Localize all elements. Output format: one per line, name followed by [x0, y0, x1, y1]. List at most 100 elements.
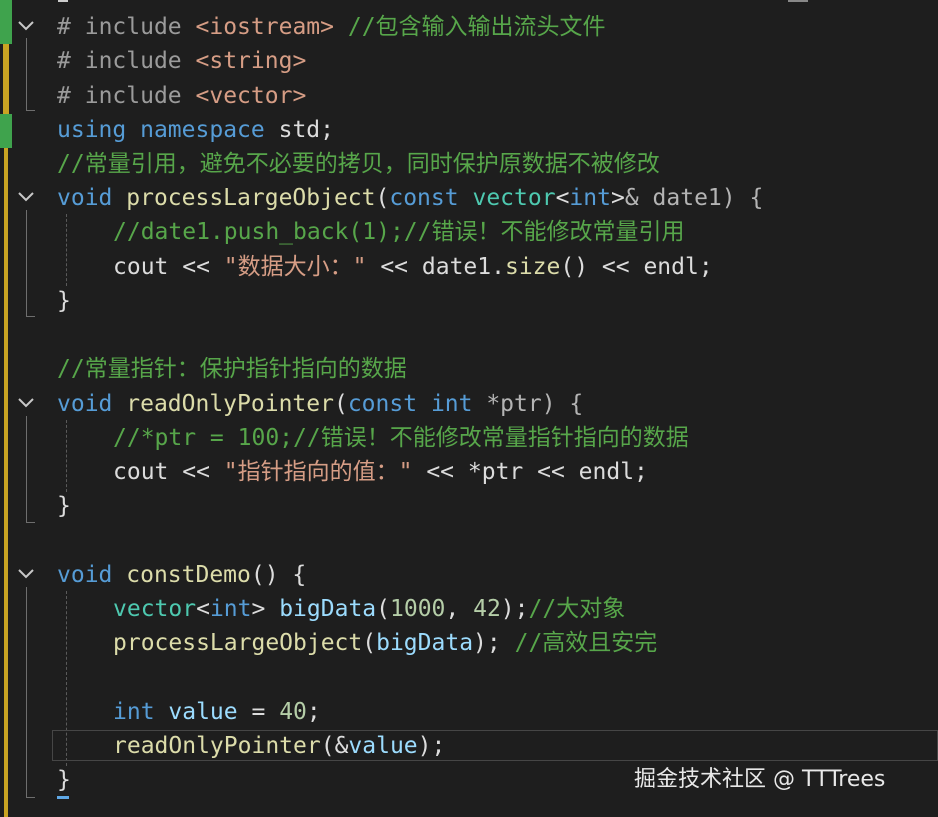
keyword-int: int: [569, 185, 611, 211]
change-bar-unsaved: [4, 148, 8, 817]
paren-close: );: [473, 630, 515, 656]
function-call: readOnlyPointer: [113, 733, 321, 759]
comment: //高效且安完: [514, 630, 658, 656]
variable-name: value: [348, 733, 418, 759]
keyword-void: void: [57, 391, 113, 417]
code-line-14[interactable]: cout << "指针指向的值：" << *ptr << endl;: [113, 455, 648, 489]
change-bar-saved: [0, 114, 12, 148]
keyword-int: int: [430, 391, 473, 417]
angle-open: <: [196, 596, 210, 622]
string-literal: "数据大小：": [223, 254, 367, 280]
code-line-15[interactable]: }: [57, 489, 71, 523]
comment: //大对象: [528, 596, 626, 622]
paren: (: [375, 185, 390, 211]
comment: //*ptr = 100;//错误！不能修改常量指针指向的数据: [113, 425, 689, 451]
code-line-1[interactable]: # include <iostream> //包含输入输出流头文件: [57, 10, 606, 44]
paren: (: [376, 596, 390, 622]
change-bar-saved: [0, 0, 12, 44]
comment: //date1.push_back(1);//错误！不能修改常量引用: [113, 219, 685, 245]
comment: //包含输入输出流头文件: [347, 14, 606, 40]
code-line-21[interactable]: int value = 40;: [113, 695, 321, 729]
comment: //常量引用，避免不必要的拷贝，同时保护原数据不被修改: [57, 151, 660, 177]
code-line-2[interactable]: # include <string>: [57, 44, 306, 78]
fold-chevron-down-icon[interactable]: [16, 16, 36, 36]
paren-close: );: [417, 733, 446, 759]
keyword-const: const: [389, 185, 459, 211]
namespace-name: std;: [278, 117, 334, 143]
expr-end: () {: [250, 562, 307, 588]
expr-mid: << date1.: [366, 254, 505, 280]
fold-region-line: [26, 587, 35, 798]
closing-brace: }: [57, 288, 71, 314]
header-name: <vector>: [195, 83, 307, 109]
function-name: processLargeObject: [126, 185, 376, 211]
code-line-9[interactable]: }: [57, 284, 71, 318]
angle-close: >: [251, 596, 266, 622]
change-bar-unsaved: [3, 44, 9, 114]
fold-chevron-down-icon[interactable]: [16, 187, 36, 207]
closing-brace: }: [57, 767, 71, 793]
cout-stream: cout <<: [113, 254, 224, 280]
angle-open: <: [555, 185, 570, 211]
keyword-void: void: [57, 562, 113, 588]
type-vector: vector: [113, 596, 197, 622]
indent-guide: [66, 420, 67, 492]
cout-stream: cout <<: [113, 459, 224, 485]
variable-name: bigData: [265, 596, 377, 622]
number-literal: 40: [279, 699, 307, 725]
semicolon: ;: [306, 699, 321, 725]
function-name: constDemo: [126, 562, 251, 588]
expr-end: << *ptr << endl;: [412, 459, 648, 485]
string-literal: "指针指向的值：": [223, 459, 413, 485]
param-rest: *ptr) {: [472, 391, 584, 417]
keyword-using: using: [57, 117, 127, 143]
comma: ,: [445, 596, 474, 622]
fold-chevron-down-icon[interactable]: [16, 564, 36, 584]
keyword-int: int: [209, 596, 252, 622]
preprocessor-hash: #: [57, 83, 71, 109]
paren: (: [333, 391, 348, 417]
code-editor[interactable]: # include <iostream> //包含输入输出流头文件 # incl…: [0, 0, 938, 817]
scroll-marker: [58, 0, 68, 2]
keyword-namespace: namespace: [140, 117, 265, 143]
text-caret: [57, 796, 69, 799]
code-line-17[interactable]: void constDemo() {: [57, 558, 306, 592]
code-line-13[interactable]: //*ptr = 100;//错误！不能修改常量指针指向的数据: [113, 421, 689, 455]
code-line-4[interactable]: using namespace std;: [57, 113, 334, 147]
function-name: readOnlyPointer: [126, 391, 334, 417]
code-line-23[interactable]: }: [57, 763, 71, 797]
header-name: <string>: [195, 48, 307, 74]
keyword-int: int: [113, 699, 155, 725]
fold-region-line: [26, 210, 35, 317]
code-line-7[interactable]: //date1.push_back(1);//错误！不能修改常量引用: [113, 215, 685, 249]
code-line-3[interactable]: # include <vector>: [57, 79, 306, 113]
number-literal: 1000: [390, 596, 446, 622]
preprocessor-keyword: include: [84, 83, 182, 109]
code-line-5[interactable]: //常量引用，避免不必要的拷贝，同时保护原数据不被修改: [57, 147, 660, 181]
closing-brace: }: [57, 493, 71, 519]
preprocessor-keyword: include: [84, 48, 182, 74]
paren-close: );: [500, 596, 529, 622]
angle-close: >: [610, 185, 625, 211]
keyword-void: void: [57, 185, 113, 211]
code-line-19[interactable]: processLargeObject(bigData); //高效且安完: [113, 626, 657, 660]
scroll-marker: [788, 0, 808, 2]
method-size: size: [504, 254, 561, 280]
watermark: 掘金技术社区 @ TTTrees: [634, 767, 886, 792]
code-line-12[interactable]: void readOnlyPointer(const int *ptr) {: [57, 387, 583, 421]
fold-region-line: [26, 416, 35, 523]
preprocessor-hash: #: [57, 14, 71, 40]
paren: (: [362, 630, 377, 656]
code-line-8[interactable]: cout << "数据大小：" << date1.size() << endl;: [113, 250, 713, 284]
code-line-22[interactable]: readOnlyPointer(&value);: [113, 729, 445, 763]
preprocessor-keyword: include: [84, 14, 182, 40]
code-line-18[interactable]: vector<int> bigData(1000, 42);//大对象: [113, 592, 625, 626]
code-line-6[interactable]: void processLargeObject(const vector<int…: [57, 181, 763, 215]
assign-op: =: [237, 699, 280, 725]
code-line-11[interactable]: //常量指针：保护指针指向的数据: [57, 352, 407, 386]
param-rest: & date1) {: [624, 185, 764, 211]
paren: (&: [320, 733, 349, 759]
variable-name: value: [154, 699, 238, 725]
fold-chevron-down-icon[interactable]: [16, 393, 36, 413]
type-vector: vector: [472, 185, 556, 211]
